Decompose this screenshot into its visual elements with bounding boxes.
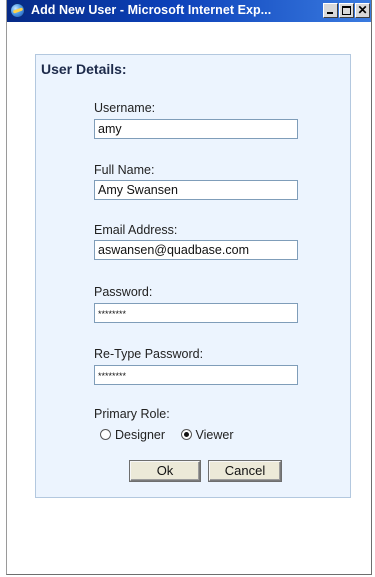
maximize-icon[interactable] xyxy=(339,3,354,18)
email-field[interactable] xyxy=(94,240,298,260)
primary-role-group: Designer Viewer xyxy=(100,428,246,442)
role-viewer-label: Viewer xyxy=(195,428,234,442)
user-details-panel: User Details: Username: Full Name: Email… xyxy=(35,54,351,498)
full-name-field[interactable] xyxy=(94,180,298,200)
internet-explorer-icon xyxy=(10,3,25,18)
primary-role-label: Primary Role: xyxy=(94,407,170,421)
password-label: Password: xyxy=(94,285,153,299)
password-field[interactable] xyxy=(94,303,298,323)
username-field[interactable] xyxy=(94,119,298,139)
title-bar[interactable]: Add New User - Microsoft Internet Exp...… xyxy=(7,0,371,22)
window-title: Add New User - Microsoft Internet Exp... xyxy=(31,3,272,17)
close-icon[interactable]: ✕ xyxy=(355,3,370,18)
radio-viewer[interactable] xyxy=(180,429,192,440)
role-designer-label: Designer xyxy=(115,428,166,442)
retype-password-field[interactable] xyxy=(94,365,298,385)
email-label: Email Address: xyxy=(94,223,178,237)
minimize-icon[interactable] xyxy=(323,3,338,18)
role-viewer-option[interactable]: Viewer xyxy=(180,428,234,442)
cancel-button[interactable]: Cancel xyxy=(209,461,281,481)
browser-window: Add New User - Microsoft Internet Exp...… xyxy=(6,0,372,575)
username-label: Username: xyxy=(94,101,156,115)
ok-button[interactable]: Ok xyxy=(130,461,200,481)
full-name-label: Full Name: xyxy=(94,163,155,177)
section-title: User Details: xyxy=(41,61,127,77)
retype-password-label: Re-Type Password: xyxy=(94,347,204,361)
role-designer-option[interactable]: Designer xyxy=(100,428,165,442)
radio-designer[interactable] xyxy=(100,429,111,440)
